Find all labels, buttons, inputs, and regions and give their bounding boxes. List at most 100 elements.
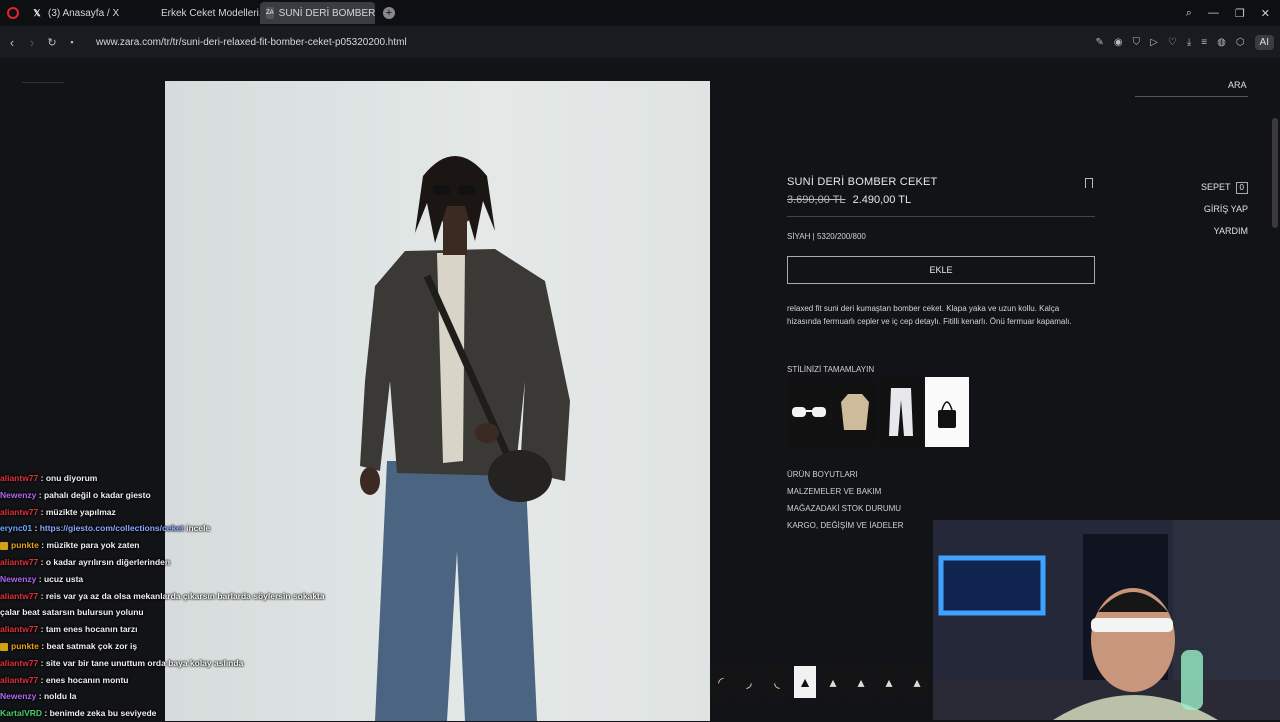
strip-thumbnail[interactable]: ◜ (710, 666, 732, 698)
zara-icon: ZA (266, 7, 274, 19)
chat-text: site var bir tane unuttum orda baya kola… (45, 657, 244, 668)
chat-separator: : (38, 473, 46, 483)
chat-username[interactable]: KartalVRD (0, 708, 42, 718)
chat-username[interactable]: Newenzy (0, 691, 36, 701)
chat-message: aliantw77 : müzikte yapılmaz (0, 504, 360, 521)
chat-message: erync01 : https://giesto.com/collections… (0, 520, 360, 537)
bookmark-icon[interactable] (1085, 178, 1093, 188)
knit-sweater-thumbnail[interactable] (833, 377, 877, 447)
chat-message: punkte : müzikte para yok zaten (0, 537, 360, 554)
address-bar: ‹ › ↻ ▪ www.zara.com/tr/tr/suni-deri-rel… (0, 26, 1280, 58)
jeans-thumbnail[interactable] (879, 377, 923, 447)
tab-label: SUNİ DERİ BOMBER CEKE (278, 7, 375, 19)
edit-icon[interactable]: ✎ (1096, 37, 1104, 48)
search-tabs-icon[interactable]: ⌕ (1186, 7, 1192, 20)
chat-link[interactable]: https://giesto.com/collections/ceket (40, 523, 184, 533)
chat-username[interactable]: aliantw77 (0, 658, 38, 668)
product-info: SUNİ DERİ BOMBER CEKET 3.690,00 TL 2.490… (787, 176, 1095, 534)
accordion-materials[interactable]: MALZEMELER VE BAKIM (787, 483, 1095, 500)
strip-thumbnail[interactable]: ▴ (906, 666, 928, 698)
download-icon[interactable]: ⤓ (1187, 37, 1191, 48)
menu-icon[interactable]: ≡ (1201, 37, 1207, 48)
strip-thumbnail[interactable]: ◟ (766, 666, 788, 698)
sunglasses-thumbnail[interactable] (787, 377, 831, 447)
chat-username[interactable]: Newenzy (0, 490, 36, 500)
logo-placeholder[interactable] (22, 82, 64, 83)
ai-button[interactable]: AI (1254, 34, 1274, 50)
chat-username[interactable]: aliantw77 (0, 473, 38, 483)
chat-username[interactable]: aliantw77 (0, 624, 38, 634)
cart-label: SEPET (1201, 182, 1231, 192)
login-link[interactable]: GİRİŞ YAP (1201, 198, 1248, 220)
camera-icon[interactable]: ◉ (1114, 37, 1123, 48)
bag-icon (938, 401, 956, 428)
chat-message: aliantw77 : tam enes hocanın tarzı (0, 621, 360, 638)
tab-x-home[interactable]: 𝕏 (3) Anasayfa / X (25, 2, 150, 24)
chat-text: noldu la (43, 691, 77, 702)
cart-link[interactable]: SEPET 0 (1201, 176, 1248, 198)
image-thumbnail-strip: ◜ ◞ ◟ ▲ ▴ ▴ ▴ ▴ (710, 665, 928, 699)
search-link[interactable]: ARA (1228, 80, 1247, 90)
chat-separator: : (38, 657, 46, 668)
chat-username[interactable]: aliantw77 (0, 675, 38, 685)
chat-message: KartalVRD : benimde zeka bu seviyede (0, 705, 360, 722)
chat-separator: : (36, 489, 44, 500)
extensions-icon[interactable]: ⬡ (1236, 37, 1245, 48)
strip-thumbnail-active[interactable]: ▲ (794, 666, 816, 698)
divider (787, 216, 1095, 217)
chat-username[interactable]: aliantw77 (0, 557, 38, 567)
browser-tab-bar: 𝕏 (3) Anasayfa / X Erkek Ceket Modelleri… (0, 0, 1280, 26)
restore-icon[interactable]: ❐ (1235, 7, 1245, 20)
webcam-feed-image (933, 520, 1280, 720)
bag-thumbnail[interactable] (925, 377, 969, 447)
chat-text: o kadar ayrılırsın diğerlerinden (45, 556, 171, 567)
strip-thumbnail[interactable]: ▴ (850, 666, 872, 698)
chat-username[interactable]: erync01 (0, 523, 32, 533)
new-tab-icon[interactable]: + (383, 7, 395, 19)
forward-icon[interactable]: › (22, 35, 42, 50)
shield-icon[interactable]: ⛉ (1133, 37, 1141, 48)
window-controls: ⌕ — ❐ ✕ (1186, 0, 1280, 26)
page-scrollbar[interactable] (1272, 118, 1278, 228)
color-code: SİYAH | 5320/200/800 (787, 232, 866, 241)
chat-text: müzikte para yok zaten (46, 540, 140, 551)
heart-icon[interactable]: ♡ (1168, 37, 1177, 48)
lock-icon: ▪ (70, 37, 74, 47)
accordion-store-stock[interactable]: MAĞAZADAKİ STOK DURUMU (787, 500, 1095, 517)
minimize-icon[interactable]: — (1208, 7, 1219, 19)
chat-message: Newenzy : ucuz usta (0, 571, 360, 588)
chat-message: aliantw77 : reis var ya az da olsa mekan… (0, 588, 360, 605)
chat-text: benimde zeka bu seviyede (49, 708, 157, 719)
chat-username[interactable]: Newenzy (0, 574, 36, 584)
reload-icon[interactable]: ↻ (42, 36, 62, 49)
chat-username[interactable]: aliantw77 (0, 591, 38, 601)
chat-message: punkte : beat satmak çok zor iş (0, 638, 360, 655)
strip-thumbnail[interactable]: ◞ (738, 666, 760, 698)
chat-message: Newenzy : pahalı değil o kadar giesto (0, 487, 360, 504)
strip-thumbnail[interactable]: ▴ (822, 666, 844, 698)
strip-thumbnail[interactable]: ▴ (878, 666, 900, 698)
cart-count: 0 (1235, 182, 1248, 194)
chat-separator: : (36, 691, 44, 702)
chat-username[interactable]: punkte (11, 641, 39, 651)
tab-zara-product[interactable]: ZA SUNİ DERİ BOMBER CEKE ✕ (260, 2, 375, 24)
chat-separator: : (38, 624, 46, 635)
product-description: relaxed fit suni deri kumaştan bomber ce… (787, 304, 1072, 326)
close-window-icon[interactable]: ✕ (1261, 7, 1270, 20)
profile-icon[interactable]: ◍ (1217, 37, 1226, 48)
chat-username[interactable]: aliantw77 (0, 507, 38, 517)
tab-erkek-ceket[interactable]: Erkek Ceket Modelleri, Erk (150, 2, 260, 24)
chat-separator: : (42, 708, 50, 719)
add-to-cart-button[interactable]: EKLE (787, 256, 1095, 284)
url-field[interactable]: www.zara.com/tr/tr/suni-deri-relaxed-fit… (96, 37, 407, 48)
accordion-sizes[interactable]: ÜRÜN BOYUTLARI (787, 466, 1095, 483)
chat-text: beat satmak çok zor iş (46, 640, 138, 651)
chat-separator: : (38, 590, 46, 601)
tab-label: (3) Anasayfa / X (48, 7, 120, 19)
opera-logo-icon[interactable] (7, 7, 19, 19)
play-icon[interactable]: ▷ (1150, 37, 1158, 48)
back-icon[interactable]: ‹ (2, 35, 22, 50)
help-link[interactable]: YARDIM (1201, 220, 1248, 242)
chat-username[interactable]: punkte (11, 540, 39, 550)
chat-separator: : (36, 573, 44, 584)
